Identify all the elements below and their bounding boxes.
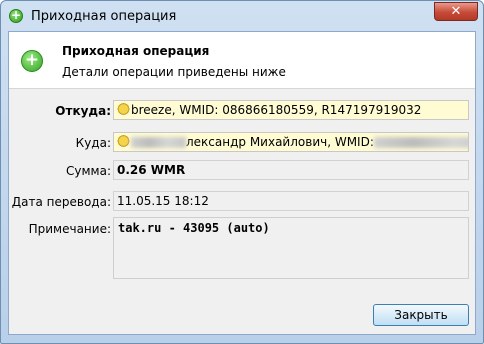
plus-circle-icon: + <box>9 8 23 23</box>
title-bar[interactable]: + Приходная операция ✕ <box>1 1 483 31</box>
from-field[interactable]: breeze, WMID: 086866180559, R14719791903… <box>113 100 469 120</box>
note-label: Примечание: <box>28 222 111 236</box>
webmoney-icon <box>117 134 130 148</box>
close-window-button[interactable]: ✕ <box>434 2 478 21</box>
date-field[interactable]: 11.05.15 18:12 <box>113 191 469 211</box>
from-value: breeze, WMID: 086866180559, R14719791903… <box>131 103 422 117</box>
to-value: лександр Михайлович, WMID: <box>186 135 374 149</box>
plus-circle-icon: + <box>21 50 43 72</box>
dialog-header: + Приходная операция Детали операции при… <box>9 32 475 89</box>
to-field[interactable]: лександр Михайлович, WMID: <box>113 132 469 152</box>
close-button[interactable]: Закрыть <box>373 304 469 326</box>
window-title: Приходная операция <box>31 9 177 24</box>
header-title: Приходная операция <box>62 44 210 58</box>
from-label: Откуда: <box>55 104 111 118</box>
amount-field[interactable]: 0.26 WMR <box>113 160 469 180</box>
redacted-text <box>373 137 468 148</box>
dialog-content: + Приходная операция Детали операции при… <box>8 31 476 335</box>
note-field[interactable]: tak.ru - 43095 (auto) <box>113 217 469 279</box>
amount-label: Сумма: <box>66 164 111 178</box>
date-label: Дата перевода: <box>11 195 111 209</box>
header-subtitle: Детали операции приведены ниже <box>62 65 286 79</box>
dialog-window: + Приходная операция ✕ + Приходная опера… <box>0 0 484 344</box>
redacted-text <box>131 137 186 148</box>
to-label: Куда: <box>75 136 111 150</box>
webmoney-icon <box>117 102 130 116</box>
